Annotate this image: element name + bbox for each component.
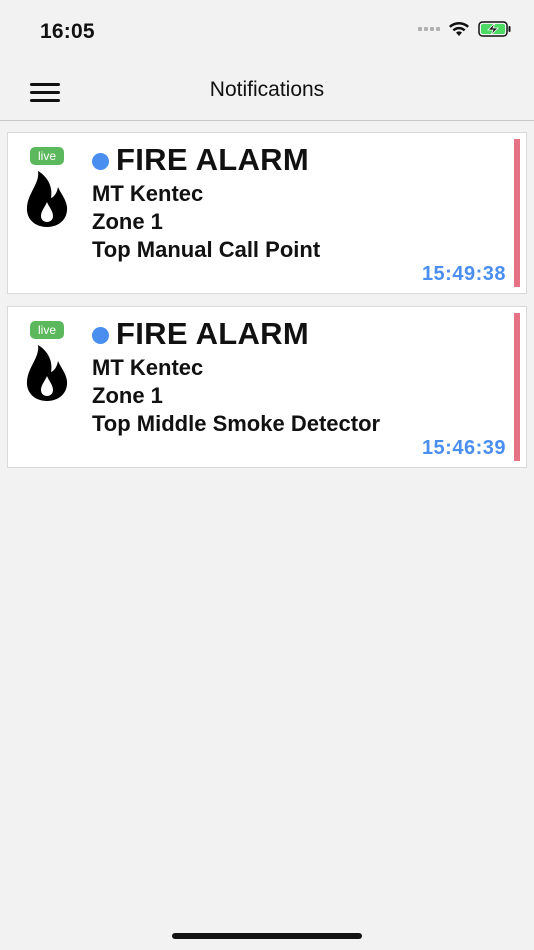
status-time: 16:05 [40,20,95,43]
notification-title: FIRE ALARM [116,142,309,177]
notification-list: live FIRE ALARM MT Kentec Zone 1 Top Man… [7,132,527,480]
unread-status-dot [92,152,109,170]
notification-zone: Zone 1 [92,383,163,408]
notification-site: MT Kentec [92,355,204,380]
cellular-signal-icon [418,27,440,31]
status-bar: 16:05 [0,0,534,60]
home-indicator[interactable] [172,933,362,939]
fire-icon [26,171,68,227]
notification-card[interactable]: live FIRE ALARM MT Kentec Zone 1 Top Mid… [7,306,527,468]
navigation-bar: Notifications [0,60,534,121]
priority-bar [514,139,520,287]
notification-title: FIRE ALARM [116,316,309,351]
notification-site: MT Kentec [92,181,204,206]
battery-charging-icon [478,21,511,37]
notification-title-row: FIRE ALARM [92,142,309,178]
notification-title-row: FIRE ALARM [92,316,309,352]
notification-zone: Zone 1 [92,209,163,234]
wifi-icon [449,22,469,36]
live-badge: live [30,321,64,339]
notification-time: 15:46:39 [421,437,506,459]
page-title: Notifications [209,78,325,101]
live-badge: live [30,147,64,165]
notification-device: Top Middle Smoke Detector [92,411,381,436]
fire-icon [26,345,68,401]
notification-time: 15:49:38 [421,263,506,285]
notification-device: Top Manual Call Point [92,237,321,262]
status-icons [418,21,512,37]
unread-status-dot [92,326,109,344]
notification-card[interactable]: live FIRE ALARM MT Kentec Zone 1 Top Man… [7,132,527,294]
priority-bar [514,313,520,461]
